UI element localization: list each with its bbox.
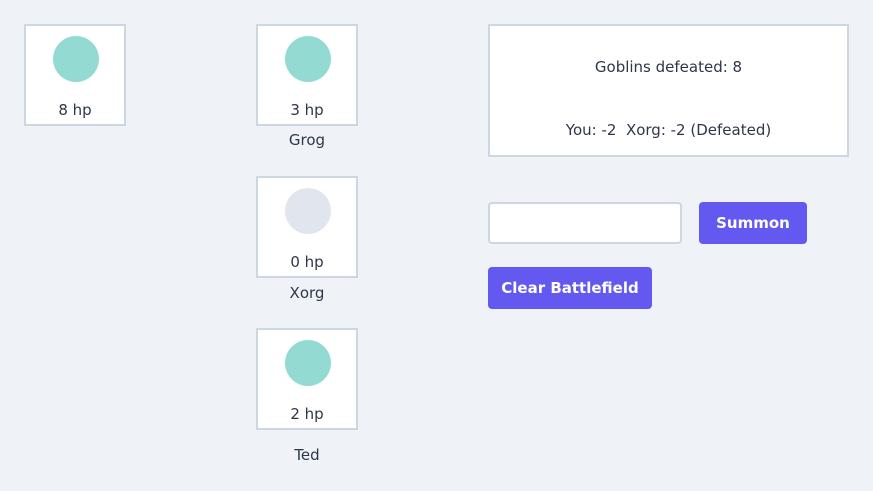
- player-hp: 8 hp: [58, 101, 92, 119]
- goblins-defeated-count: Goblins defeated: 8: [594, 58, 743, 76]
- player-card: 8 hp: [24, 24, 126, 126]
- goblin-hp: 0 hp: [290, 253, 324, 271]
- goblin-card-ted[interactable]: 2 hp: [256, 328, 358, 430]
- player-avatar: [53, 36, 99, 82]
- goblin-avatar: [285, 36, 331, 82]
- goblin-card-xorg[interactable]: 0 hp: [256, 176, 358, 278]
- last-round-log: You: -2 Xorg: -2 (Defeated): [565, 121, 772, 139]
- clear-battlefield-button[interactable]: Clear Battlefield: [488, 267, 652, 309]
- goblin-hp: 3 hp: [290, 101, 324, 119]
- goblin-name: Xorg: [289, 284, 325, 302]
- goblin-avatar: [285, 340, 331, 386]
- goblin-avatar: [285, 188, 331, 234]
- summon-button[interactable]: Summon: [699, 202, 807, 244]
- goblin-name: Ted: [294, 446, 320, 464]
- status-panel: Goblins defeated: 8 You: -2 Xorg: -2 (De…: [488, 24, 849, 157]
- goblin-name: Grog: [288, 131, 326, 149]
- goblin-card-grog[interactable]: 3 hp: [256, 24, 358, 126]
- goblin-hp: 2 hp: [290, 405, 324, 423]
- goblin-name-input[interactable]: [488, 202, 682, 244]
